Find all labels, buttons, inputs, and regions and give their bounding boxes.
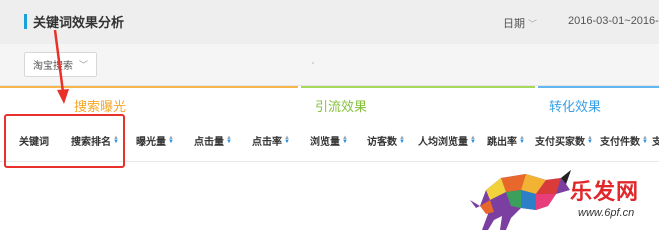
column-header-sortable[interactable]: 点击率 ▲ ▼ [242,118,300,162]
sort-icon[interactable]: ▲ ▼ [342,135,348,145]
sort-icon[interactable]: ▲ ▼ [519,135,525,145]
filter-bar: 淘宝搜索 ﹀ [0,44,659,86]
date-dropdown[interactable]: 日期 ﹀ [503,15,537,31]
column-label: 曝光量 [136,136,167,148]
column-label: 点击量 [194,136,225,148]
group-bar [538,86,659,88]
group-bar [301,86,535,88]
sort-icon[interactable]: ▲ ▼ [168,135,174,145]
sort-icon[interactable]: ▲ ▼ [399,135,405,145]
sort-icon[interactable]: ▲ ▼ [470,135,476,145]
logo-text: 乐发网 [570,179,640,204]
column-header-sortable[interactable]: 访客数 ▲ ▼ [358,118,414,162]
column-header-sortable[interactable]: 人均浏览量 ▲ ▼ [414,118,480,162]
chevron-down-icon: ﹀ [78,60,88,70]
divider-dot [312,62,314,64]
group-label: 转化效果 [549,99,602,114]
column-label: 支付买家数 [535,136,586,148]
column-label: 支 [652,136,659,148]
group-label: 搜索曝光 [74,99,127,114]
top-bar: 关键词效果分析 日期 ﹀ 2016-03-01~2016-0 [0,0,659,44]
page-title: 关键词效果分析 [33,15,125,30]
source-select[interactable]: 淘宝搜索 ﹀ [24,52,97,77]
sort-icon[interactable]: ▲ ▼ [284,135,290,145]
chevron-down-icon: ﹀ [528,18,538,29]
group-conversion-effect: 转化效果 [538,86,659,118]
title-accent-bar [24,14,27,29]
column-header-sortable[interactable]: 跳出率 ▲ ▼ [480,118,532,162]
column-label: 人均浏览量 [418,136,469,148]
logo-url: www.6pf.cn [578,207,635,219]
column-header-sortable[interactable]: 支付买家数 ▲ ▼ [532,118,596,162]
column-header-sortable[interactable]: 浏览量 ▲ ▼ [300,118,358,162]
sort-icon[interactable]: ▲ ▼ [642,135,648,145]
group-traffic-effect: 引流效果 [301,86,535,118]
column-label: 浏览量 [310,136,341,148]
date-range[interactable]: 2016-03-01~2016-0 [568,15,659,27]
page-title-wrap: 关键词效果分析 [24,12,124,31]
column-label: 跳出率 [487,136,518,148]
column-header-sortable[interactable]: 支付件数 ▲ ▼ [596,118,652,162]
sort-icon[interactable]: ▲ ▼ [226,135,232,145]
date-label: 日期 [503,18,525,30]
column-label: 访客数 [367,136,398,148]
sort-icon[interactable]: ▲ ▼ [587,135,593,145]
group-label: 引流效果 [315,99,368,114]
column-label: 点击率 [252,136,283,148]
column-label: 支付件数 [600,136,641,148]
group-bar [0,86,298,88]
column-header-sortable[interactable]: 支 [652,118,659,162]
column-header-sortable[interactable]: 曝光量 ▲ ▼ [126,118,184,162]
source-select-value: 淘宝搜索 [33,61,73,72]
highlight-box [4,114,125,168]
column-header-sortable[interactable]: 点击量 ▲ ▼ [184,118,242,162]
